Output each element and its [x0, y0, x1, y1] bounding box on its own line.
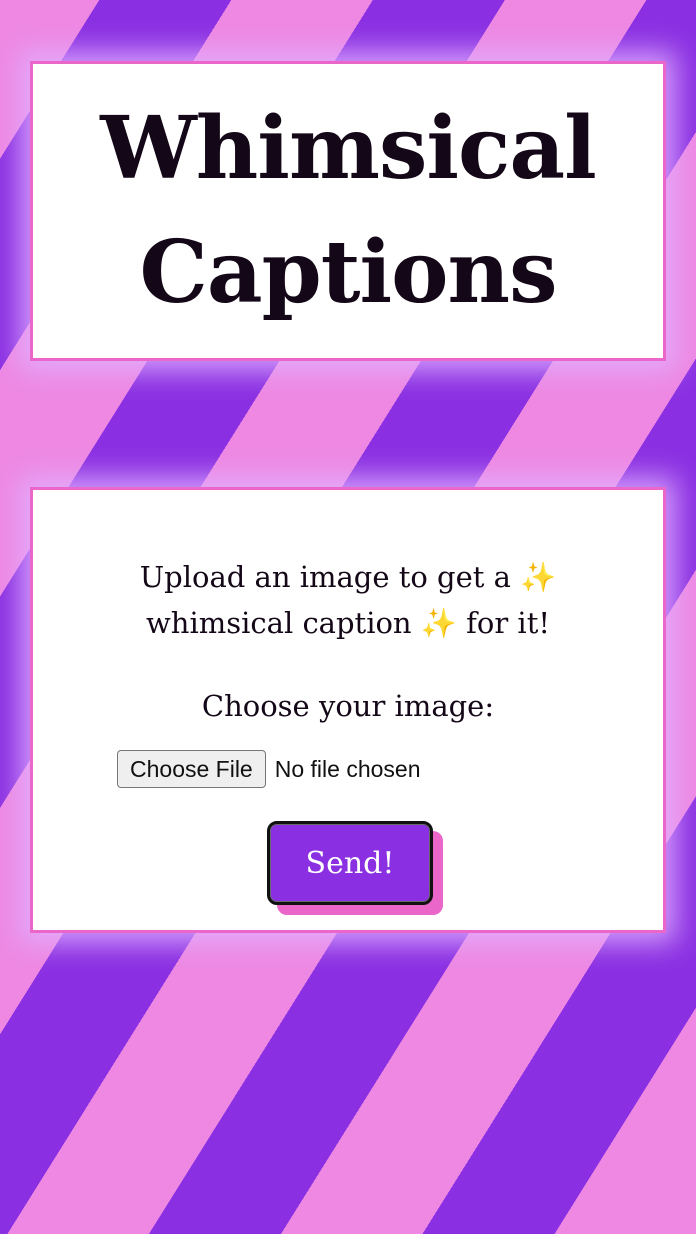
- page-title: Whimsical Captions: [100, 87, 597, 335]
- title-card: Whimsical Captions: [30, 61, 666, 361]
- page-title-line-1: Whimsical: [100, 98, 597, 199]
- choose-file-button[interactable]: Choose File: [117, 750, 266, 788]
- intro-text-line-1: Upload an image to get a ✨: [139, 560, 557, 594]
- file-input[interactable]: Choose File No file chosen: [117, 750, 420, 788]
- intro-text-line-2: whimsical caption ✨ for it!: [145, 606, 551, 640]
- send-button[interactable]: Send!: [267, 821, 433, 905]
- file-status-text: No file chosen: [274, 755, 421, 782]
- page-title-line-2: Captions: [139, 222, 557, 323]
- send-button-wrapper: Send!: [267, 821, 443, 915]
- choose-image-label: Choose your image:: [201, 689, 495, 723]
- intro-text: Upload an image to get a ✨ whimsical cap…: [73, 554, 623, 646]
- upload-form-card: Upload an image to get a ✨ whimsical cap…: [30, 487, 666, 933]
